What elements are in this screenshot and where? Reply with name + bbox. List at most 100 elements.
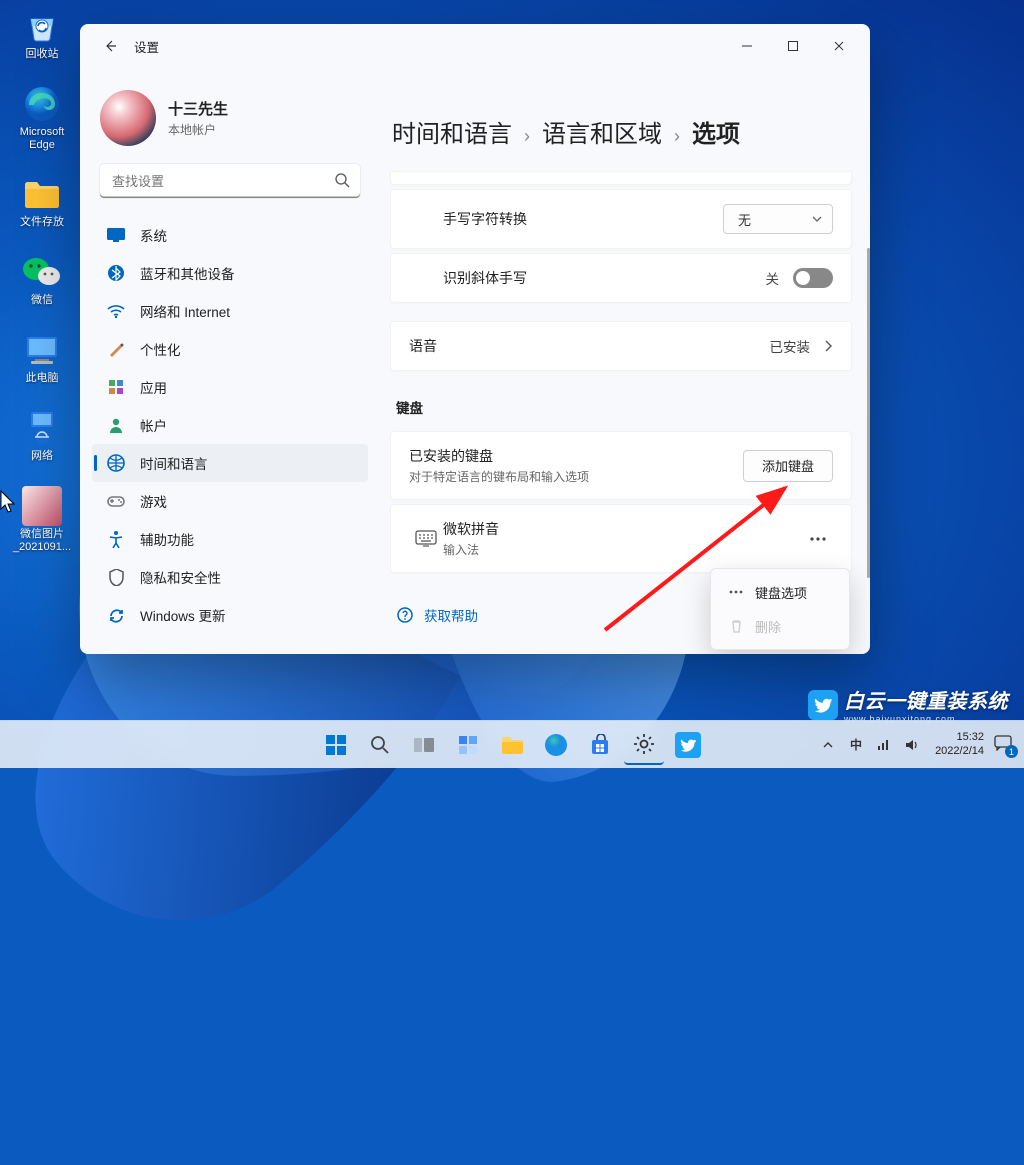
- row-label: 语音: [409, 336, 437, 356]
- time-language-icon: [106, 453, 126, 473]
- taskbar-center: [316, 725, 708, 765]
- row-italic-handwriting[interactable]: 识别斜体手写 关: [390, 253, 852, 303]
- desktop-icon-edge[interactable]: Microsoft Edge: [6, 80, 78, 168]
- row-handwriting-convert[interactable]: 手写字符转换 无: [390, 189, 852, 249]
- desktop-icon-column: 回收站 Microsoft Edge 文件存放 微信 此电脑 网络 微信图片_2…: [6, 2, 78, 572]
- start-button[interactable]: [316, 725, 356, 765]
- ctx-keyboard-options[interactable]: 键盘选项: [717, 575, 843, 609]
- nav-privacy[interactable]: 隐私和安全性: [92, 558, 368, 596]
- help-icon: [396, 606, 414, 624]
- desktop-icon-network[interactable]: 网络: [6, 404, 78, 480]
- edge-taskbar[interactable]: [536, 725, 576, 765]
- desktop-icon-label: 网络: [31, 450, 53, 463]
- italic-toggle[interactable]: [793, 268, 833, 288]
- nav-gaming[interactable]: 游戏: [92, 482, 368, 520]
- watermark-brand: 白云一键重装系统: [844, 691, 1008, 713]
- store-taskbar[interactable]: [580, 725, 620, 765]
- nav-time-language[interactable]: 时间和语言: [92, 444, 368, 482]
- tray-ime[interactable]: 中: [845, 725, 867, 765]
- breadcrumb-language-region[interactable]: 语言和区域: [542, 114, 662, 149]
- update-icon: [106, 605, 126, 625]
- desktop-icon-wechat[interactable]: 微信: [6, 248, 78, 324]
- back-button[interactable]: [94, 29, 128, 63]
- account-block[interactable]: 十三先生 本地帐户: [88, 76, 372, 164]
- chevron-right-icon: [824, 339, 833, 353]
- watermark-logo-icon: [808, 690, 838, 720]
- settings-content: 时间和语言 › 语言和区域 › 选项 手写字符转换 无: [380, 68, 870, 654]
- nav-network[interactable]: 网络和 Internet: [92, 292, 368, 330]
- recycle-bin-icon: [22, 6, 62, 46]
- trash-icon: [727, 619, 745, 633]
- get-help-label: 获取帮助: [424, 605, 478, 625]
- twitter-app-taskbar[interactable]: [668, 725, 708, 765]
- speech-status: 已安装: [770, 336, 811, 356]
- breadcrumb: 时间和语言 › 语言和区域 › 选项: [384, 78, 852, 173]
- close-button[interactable]: [816, 29, 862, 63]
- section-keyboards: 键盘: [390, 375, 852, 427]
- add-keyboard-button[interactable]: 添加键盘: [743, 450, 833, 482]
- ctx-delete: 删除: [717, 609, 843, 643]
- desktop-icon-label: 此电脑: [26, 372, 59, 385]
- system-tray: 中 15:32 2022/2/14 1: [817, 725, 1016, 765]
- settings-taskbar[interactable]: [624, 725, 664, 765]
- keyboard-item-pinyin: 微软拼音 输入法: [390, 504, 852, 573]
- desktop-icon-this-pc[interactable]: 此电脑: [6, 326, 78, 402]
- maximize-button[interactable]: [770, 29, 816, 63]
- nav-system[interactable]: 系统: [92, 216, 368, 254]
- tray-network-icon[interactable]: [873, 725, 895, 765]
- tray-overflow[interactable]: [817, 725, 839, 765]
- account-type: 本地帐户: [168, 121, 228, 138]
- content-scrollbar[interactable]: [866, 200, 870, 654]
- nav-label: 应用: [140, 377, 167, 397]
- privacy-icon: [106, 567, 126, 587]
- widgets[interactable]: [448, 725, 488, 765]
- window-titlebar: 设置: [80, 24, 870, 68]
- nav-label: 帐户: [140, 415, 167, 435]
- nav-label: Windows 更新: [140, 605, 226, 625]
- chevron-right-icon: ›: [674, 126, 680, 147]
- notification-badge: 1: [1005, 745, 1018, 758]
- search-icon: [334, 172, 350, 193]
- notification-center[interactable]: 1: [990, 725, 1016, 765]
- keyboard-item-title: 微软拼音: [443, 519, 499, 539]
- task-view[interactable]: [404, 725, 444, 765]
- keyboard-more-button[interactable]: [803, 524, 833, 554]
- card-fragment: [390, 171, 852, 185]
- chevron-right-icon: ›: [524, 126, 530, 147]
- nav-update[interactable]: Windows 更新: [92, 596, 368, 634]
- desktop-icon-folder[interactable]: 文件存放: [6, 170, 78, 246]
- apps-icon: [106, 377, 126, 397]
- tray-time: 15:32: [935, 731, 984, 745]
- taskbar: 中 15:32 2022/2/14 1: [0, 720, 1024, 768]
- nav-label: 辅助功能: [140, 529, 194, 549]
- breadcrumb-time-language[interactable]: 时间和语言: [392, 114, 512, 149]
- nav-label: 网络和 Internet: [140, 301, 230, 321]
- wechat-icon: [22, 252, 62, 292]
- nav-bluetooth[interactable]: 蓝牙和其他设备: [92, 254, 368, 292]
- desktop-icon-label: 回收站: [26, 48, 59, 61]
- taskbar-search[interactable]: [360, 725, 400, 765]
- nav-personalization[interactable]: 个性化: [92, 330, 368, 368]
- tray-volume-icon[interactable]: [901, 725, 923, 765]
- ctx-label: 删除: [755, 617, 781, 636]
- settings-sidebar: 十三先生 本地帐户 系统 蓝牙和其他设备 网络和 Internet 个性化 应用…: [80, 68, 380, 654]
- tray-clock[interactable]: 15:32 2022/2/14: [935, 731, 984, 759]
- file-explorer[interactable]: [492, 725, 532, 765]
- personalization-icon: [106, 339, 126, 359]
- nav-label: 游戏: [140, 491, 167, 511]
- gaming-icon: [106, 491, 126, 511]
- avatar: [100, 90, 156, 146]
- toggle-state-label: 关: [766, 268, 780, 288]
- desktop-icon-recycle-bin[interactable]: 回收站: [6, 2, 78, 78]
- card-installed-keyboards: 已安装的键盘 对于特定语言的键布局和输入选项 添加键盘: [390, 431, 852, 500]
- search-input[interactable]: [100, 164, 360, 198]
- nav-accounts[interactable]: 帐户: [92, 406, 368, 444]
- nav-accessibility[interactable]: 辅助功能: [92, 520, 368, 558]
- image-thumbnail-icon: [22, 486, 62, 526]
- nav-apps[interactable]: 应用: [92, 368, 368, 406]
- row-speech[interactable]: 语音 已安装: [390, 321, 852, 371]
- desktop-icon-image-file[interactable]: 微信图片_2021091...: [6, 482, 78, 570]
- handwriting-convert-dropdown[interactable]: 无: [723, 204, 833, 234]
- minimize-button[interactable]: [724, 29, 770, 63]
- watermark: 白云一键重装系统 www.baiyunxitong.com: [808, 685, 1008, 724]
